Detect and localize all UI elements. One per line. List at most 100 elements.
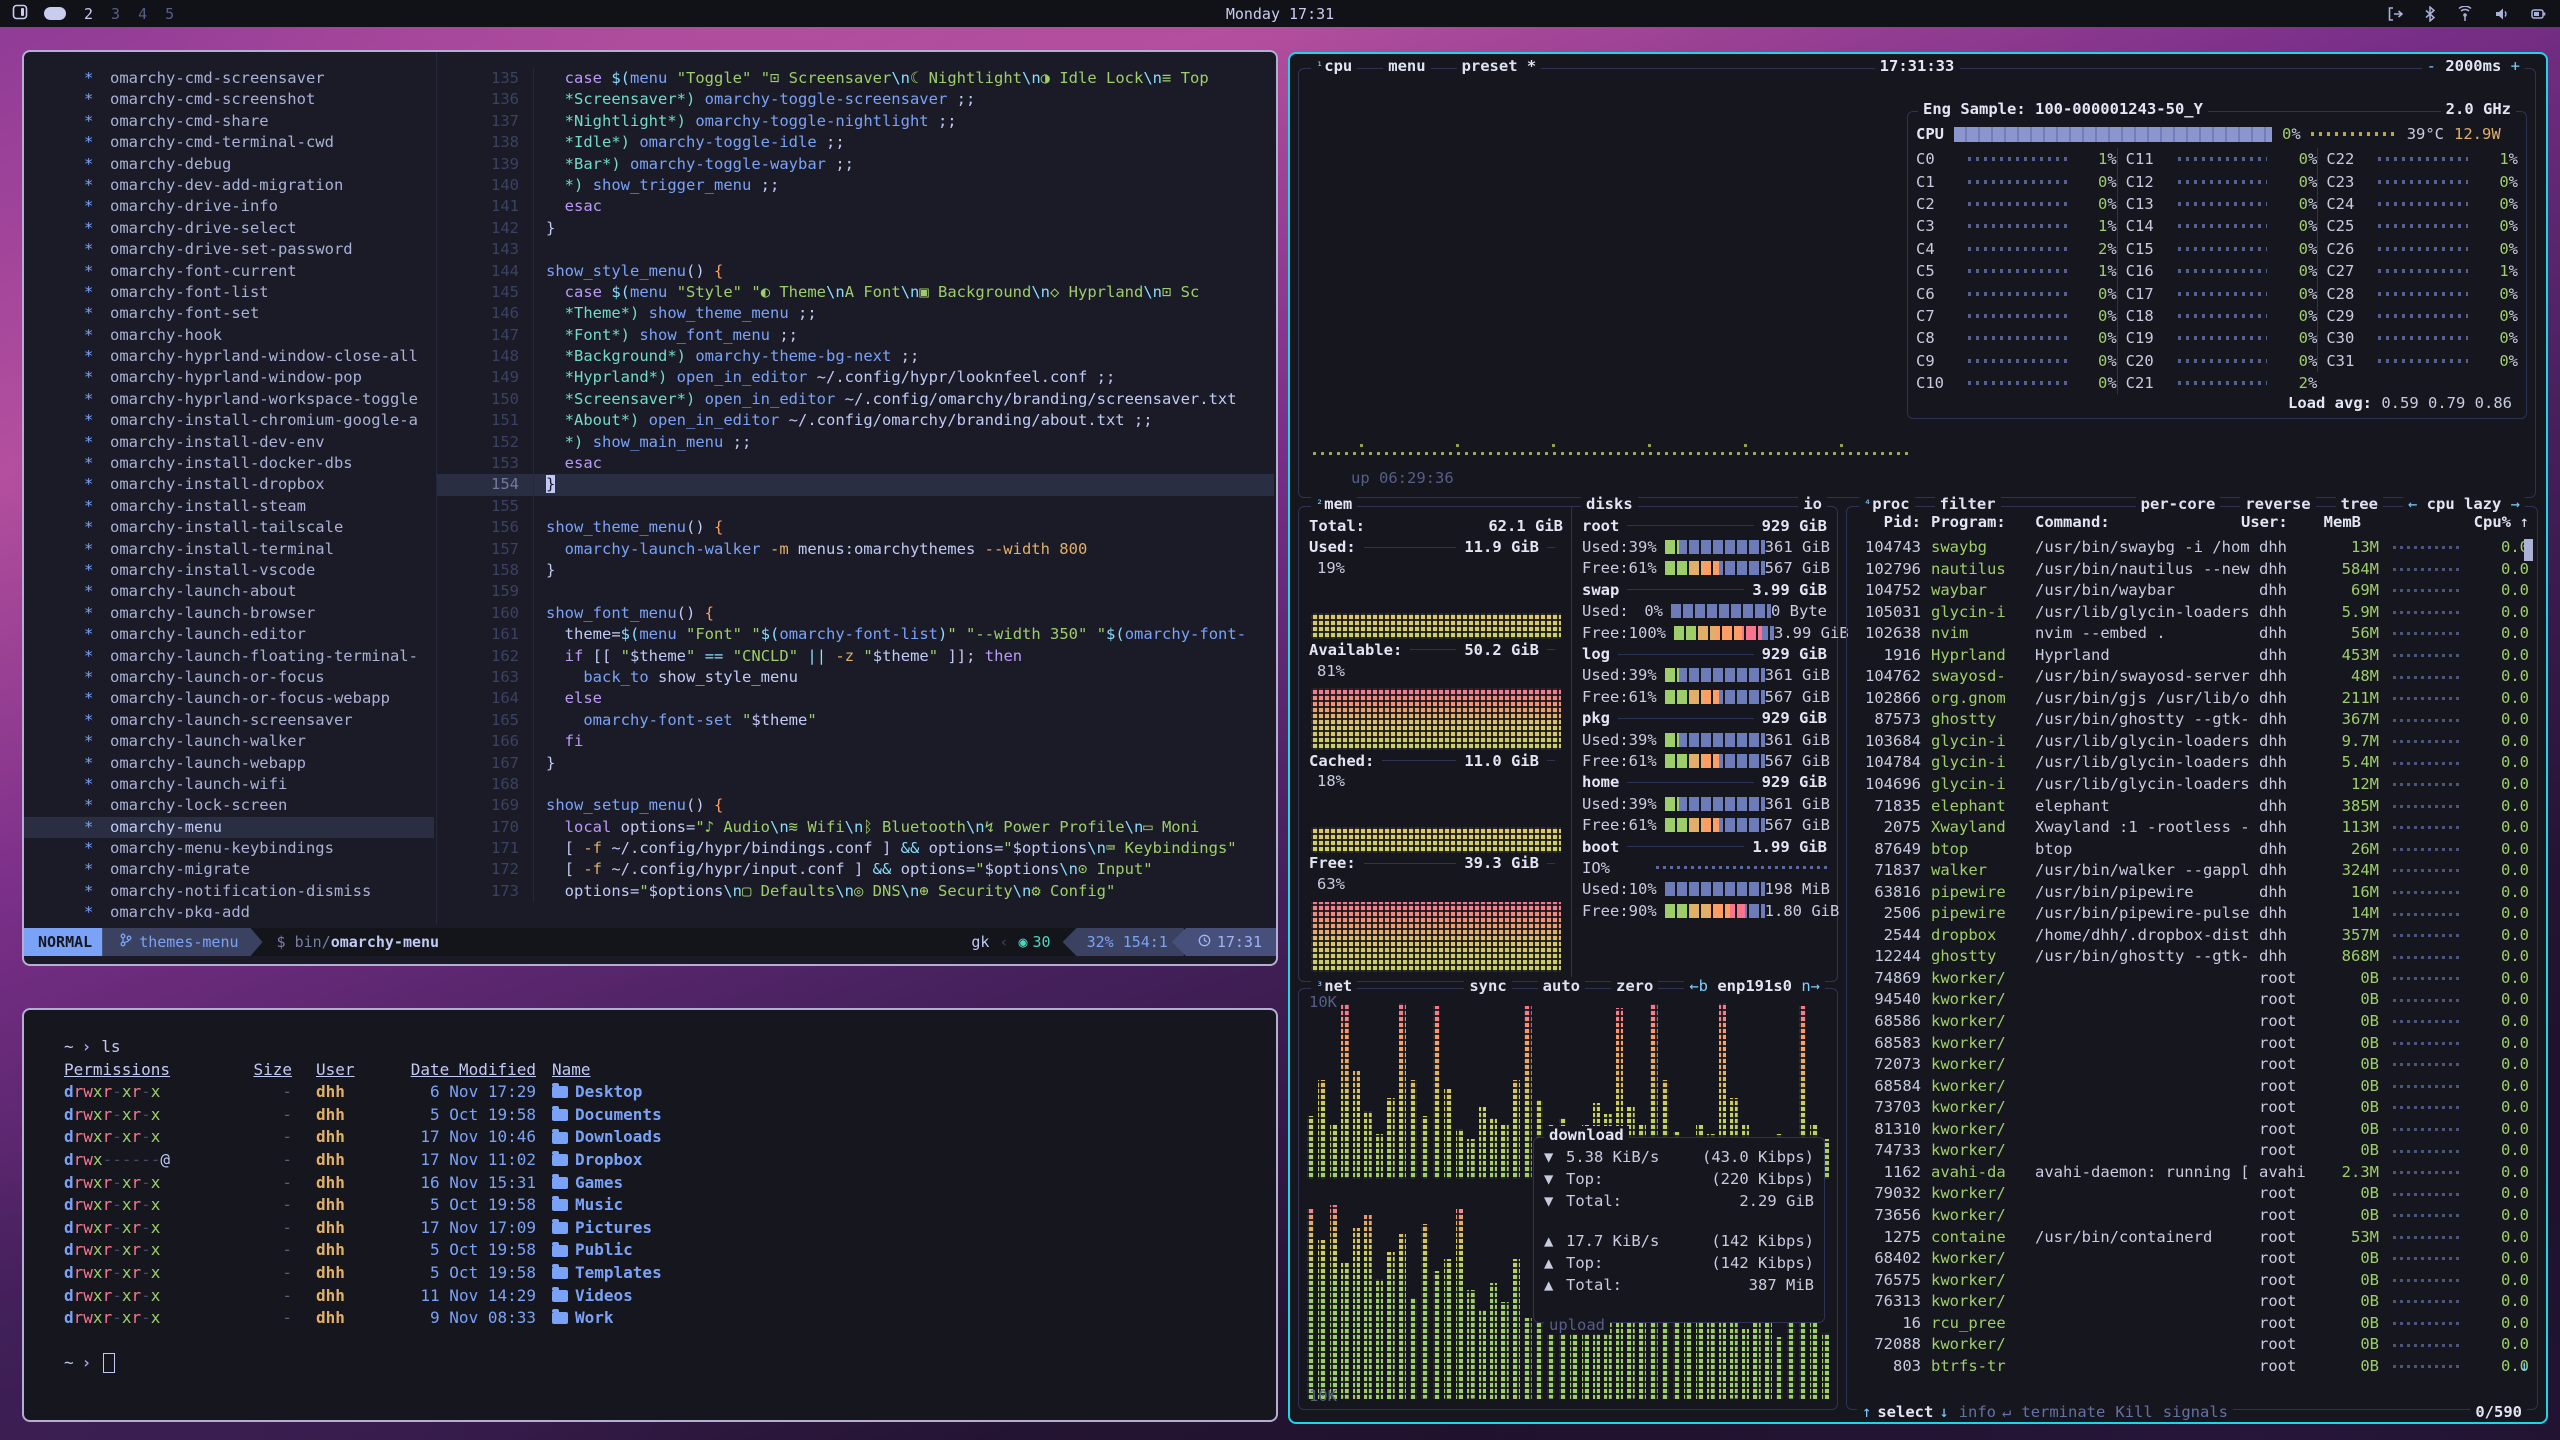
file-item[interactable]: *omarchy-hyprland-window-close-all [84, 346, 434, 367]
process-row[interactable]: 74869kworker/root0B0.0 [1855, 968, 2529, 990]
process-row[interactable]: 2544dropbox/home/dhh/.dropbox-distdhh357… [1855, 925, 2529, 947]
process-row[interactable]: 81310kworker/root0B0.0 [1855, 1119, 2529, 1141]
process-row[interactable]: 72088kworker/root0B0.0 [1855, 1334, 2529, 1356]
info-key[interactable]: info↵ [1954, 1403, 2017, 1421]
file-item[interactable]: *omarchy-font-list [84, 282, 434, 303]
file-item[interactable]: *omarchy-drive-info [84, 196, 434, 217]
file-item[interactable]: *omarchy-launch-walker [84, 731, 434, 752]
file-item[interactable]: *omarchy-cmd-screensaver [84, 68, 434, 89]
process-row[interactable]: 803btrfs-trroot0B0.0 [1855, 1356, 2529, 1377]
file-item[interactable]: *omarchy-font-current [84, 261, 434, 282]
file-item[interactable]: *omarchy-dev-add-migration [84, 175, 434, 196]
kill-key[interactable]: Kill [2110, 1403, 2157, 1421]
menu-button[interactable]: menu [1383, 57, 1430, 75]
signals-key[interactable]: signals [2158, 1403, 2233, 1421]
process-row[interactable]: 2506pipewire/usr/bin/pipewire-pulsedhh14… [1855, 903, 2529, 925]
process-row[interactable]: 63816pipewire/usr/bin/pipewiredhh16M0.0 [1855, 882, 2529, 904]
volume-icon[interactable] [2494, 6, 2510, 22]
file-item[interactable]: *omarchy-install-chromium-google-a [84, 410, 434, 431]
process-row[interactable]: 102796nautilus/usr/bin/nautilus --newdhh… [1855, 559, 2529, 581]
refresh-rate-control[interactable]: - 2000ms + [2422, 57, 2525, 75]
file-item[interactable]: *omarchy-launch-about [84, 581, 434, 602]
process-row[interactable]: 74733kworker/root0B0.0 [1855, 1140, 2529, 1162]
process-row[interactable]: 104696glycin-i/usr/lib/glycin-loadersdhh… [1855, 774, 2529, 796]
process-row[interactable]: 1275containe/usr/bin/containerdroot53M0.… [1855, 1227, 2529, 1249]
process-row[interactable]: 104784glycin-i/usr/lib/glycin-loadersdhh… [1855, 752, 2529, 774]
process-row[interactable]: 73656kworker/root0B0.0 [1855, 1205, 2529, 1227]
file-item[interactable]: *omarchy-launch-screensaver [84, 710, 434, 731]
process-row[interactable]: 73703kworker/root0B0.0 [1855, 1097, 2529, 1119]
process-row[interactable]: 72073kworker/root0B0.0 [1855, 1054, 2529, 1076]
file-item[interactable]: *omarchy-launch-floating-terminal- [84, 646, 434, 667]
bluetooth-icon[interactable] [2424, 6, 2436, 22]
file-item[interactable]: *omarchy-hyprland-workspace-toggle [84, 389, 434, 410]
file-item[interactable]: *omarchy-install-tailscale [84, 517, 434, 538]
file-item[interactable]: *omarchy-install-dev-env [84, 432, 434, 453]
process-row[interactable]: 104743swaybg/usr/bin/swaybg -i /homdhh13… [1855, 537, 2529, 559]
file-item[interactable]: *omarchy-launch-or-focus-webapp [84, 688, 434, 709]
process-row[interactable]: 103684glycin-i/usr/lib/glycin-loadersdhh… [1855, 731, 2529, 753]
file-item[interactable]: *omarchy-menu-keybindings [84, 838, 434, 859]
workspace-switcher[interactable]: 2345 [44, 5, 174, 23]
process-row[interactable]: 104762swayosd-/usr/bin/swayosd-serverdhh… [1855, 666, 2529, 688]
process-row[interactable]: 104752waybar/usr/bin/waybardhh69M0.0 [1855, 580, 2529, 602]
file-item[interactable]: *omarchy-drive-set-password [84, 239, 434, 260]
workspace-1[interactable] [44, 7, 66, 20]
file-item[interactable]: *omarchy-debug [84, 154, 434, 175]
process-row[interactable]: 68586kworker/root0B0.0 [1855, 1011, 2529, 1033]
select-keys[interactable]: ↑select↓ [1857, 1403, 1954, 1421]
process-row[interactable]: 1916HyprlandHyprlanddhh453M0.0 [1855, 645, 2529, 667]
process-row[interactable]: 76575kworker/root0B0.0 [1855, 1270, 2529, 1292]
file-item[interactable]: *omarchy-pkg-add [84, 902, 434, 918]
process-row[interactable]: 1162avahi-daavahi-daemon: running [avahi… [1855, 1162, 2529, 1184]
preset-button[interactable]: preset * [1457, 57, 1542, 75]
file-item[interactable]: *omarchy-install-dropbox [84, 474, 434, 495]
process-row[interactable]: 12244ghostty/usr/bin/ghostty --gtk-dhh86… [1855, 946, 2529, 968]
process-row[interactable]: 94540kworker/root0B0.0 [1855, 989, 2529, 1011]
file-item[interactable]: *omarchy-notification-dismiss [84, 881, 434, 902]
proc-header[interactable]: Pid: Program: Command: User: MemB Cpu% [1855, 513, 2511, 531]
file-item[interactable]: *omarchy-launch-browser [84, 603, 434, 624]
scrollbar-thumb[interactable] [2524, 539, 2533, 561]
code-pane[interactable]: 135 case $(menu "Toggle" "⊡ Screensaver\… [437, 68, 1274, 918]
logout-icon[interactable] [2387, 6, 2404, 22]
workspace-5[interactable]: 5 [165, 5, 174, 23]
workspace-4[interactable]: 4 [138, 5, 147, 23]
process-list[interactable]: 104743swaybg/usr/bin/swaybg -i /homdhh13… [1855, 537, 2529, 1377]
workspace-2[interactable]: 2 [84, 5, 93, 23]
file-item[interactable]: *omarchy-launch-or-focus [84, 667, 434, 688]
process-row[interactable]: 71837walker/usr/bin/walker --gappldhh324… [1855, 860, 2529, 882]
process-row[interactable]: 68583kworker/root0B0.0 [1855, 1033, 2529, 1055]
file-item[interactable]: *omarchy-launch-editor [84, 624, 434, 645]
terminal-window[interactable]: ~›ls PermissionsSizeUserDate ModifiedNam… [22, 1008, 1278, 1422]
process-row[interactable]: 87649btopbtopdhh26M0.0 [1855, 839, 2529, 861]
file-item[interactable]: *omarchy-launch-wifi [84, 774, 434, 795]
file-item[interactable]: *omarchy-cmd-screenshot [84, 89, 434, 110]
file-item[interactable]: *omarchy-hook [84, 325, 434, 346]
process-row[interactable]: 2075XwaylandXwayland :1 -rootless -dhh11… [1855, 817, 2529, 839]
file-item[interactable]: *omarchy-lock-screen [84, 795, 434, 816]
file-item[interactable]: *omarchy-cmd-share [84, 111, 434, 132]
terminate-key[interactable]: terminate [2016, 1403, 2110, 1421]
file-item[interactable]: *omarchy-menu [24, 817, 434, 838]
file-item[interactable]: *omarchy-drive-select [84, 218, 434, 239]
file-item[interactable]: *omarchy-cmd-terminal-cwd [84, 132, 434, 153]
process-row[interactable]: 76313kworker/root0B0.0 [1855, 1291, 2529, 1313]
prompt-line-2[interactable]: ~› [64, 1352, 1276, 1375]
file-item[interactable]: *omarchy-install-vscode [84, 560, 434, 581]
scroll-up-arrow[interactable]: ↑ [2520, 513, 2529, 531]
process-row[interactable]: 105031glycin-i/usr/lib/glycin-loadersdhh… [1855, 602, 2529, 624]
battery-icon[interactable] [2530, 6, 2546, 22]
file-item[interactable]: *omarchy-migrate [84, 859, 434, 880]
launcher-icon[interactable] [12, 4, 28, 24]
file-item[interactable]: *omarchy-install-docker-dbs [84, 453, 434, 474]
process-row[interactable]: 87573ghostty/usr/bin/ghostty --gtk-dhh36… [1855, 709, 2529, 731]
scroll-down-arrow[interactable]: ↓ [2520, 1357, 2529, 1375]
process-row[interactable]: 102638nvimnvim --embed .dhh56M0.0 [1855, 623, 2529, 645]
process-row[interactable]: 68402kworker/root0B0.0 [1855, 1248, 2529, 1270]
process-row[interactable]: 71835elephantelephantdhh385M0.0 [1855, 796, 2529, 818]
file-item[interactable]: *omarchy-launch-webapp [84, 753, 434, 774]
process-row[interactable]: 102866org.gnom/usr/bin/gjs /usr/lib/odhh… [1855, 688, 2529, 710]
network-icon[interactable] [2456, 6, 2474, 22]
file-item[interactable]: *omarchy-font-set [84, 303, 434, 324]
